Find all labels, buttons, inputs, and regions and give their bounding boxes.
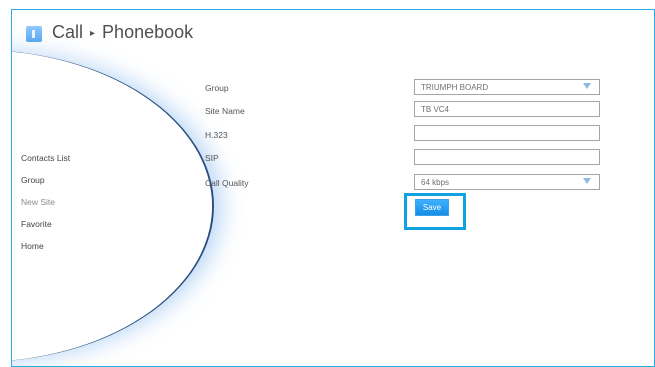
call-quality-label: Call Quality	[205, 178, 249, 188]
dropdown-caret-icon	[583, 83, 591, 89]
call-quality-value: 64 kbps	[421, 178, 450, 187]
breadcrumb-separator-icon: ▸	[90, 28, 96, 39]
dropdown-caret-icon	[583, 178, 591, 184]
group-select-value: TRIUMPH BOARD	[421, 83, 489, 92]
sidebar-item-new-site[interactable]: New Site	[21, 197, 55, 207]
save-button[interactable]: Save	[415, 199, 449, 216]
sidebar-item-home[interactable]: Home	[21, 241, 44, 251]
sidebar-item-group[interactable]: Group	[21, 175, 45, 185]
sidebar-item-contacts-list[interactable]: Contacts List	[21, 153, 70, 163]
app-window: Call ▸ Phonebook Contacts List Group New…	[11, 9, 655, 367]
breadcrumb: Call ▸ Phonebook	[52, 22, 193, 43]
site-name-label: Site Name	[205, 106, 245, 116]
page-title: Phonebook	[102, 22, 194, 42]
sip-input[interactable]	[414, 149, 600, 165]
sidebar-item-favorite[interactable]: Favorite	[21, 219, 52, 229]
group-select[interactable]: TRIUMPH BOARD	[414, 79, 600, 95]
header: Call ▸ Phonebook	[12, 10, 654, 54]
h323-input[interactable]	[414, 125, 600, 141]
back-button-icon[interactable]	[26, 26, 42, 42]
sip-label: SIP	[205, 153, 219, 163]
site-name-input[interactable]: TB VC4	[414, 101, 600, 117]
call-quality-select[interactable]: 64 kbps	[414, 174, 600, 190]
site-name-value: TB VC4	[421, 105, 450, 114]
h323-label: H.323	[205, 130, 228, 140]
group-label: Group	[205, 83, 229, 93]
breadcrumb-section[interactable]: Call	[52, 22, 83, 43]
